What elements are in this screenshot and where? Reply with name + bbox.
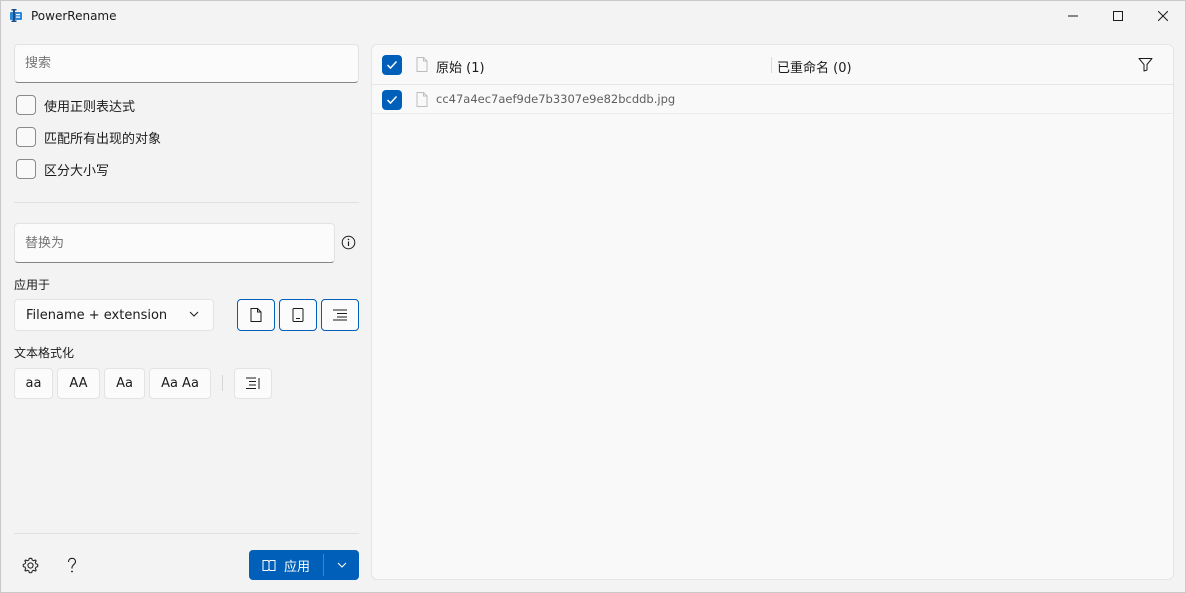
checkmark-icon xyxy=(386,95,398,105)
format-separator xyxy=(222,375,223,391)
settings-button[interactable] xyxy=(21,556,39,574)
match-all-label: 匹配所有出现的对象 xyxy=(44,131,162,147)
select-all-checkbox[interactable] xyxy=(382,55,402,75)
maximize-button[interactable] xyxy=(1095,1,1141,31)
text-format-label: 文本格式化 xyxy=(14,346,75,360)
minimize-button[interactable] xyxy=(1050,1,1096,31)
apply-options-dropdown[interactable] xyxy=(324,550,359,580)
subfolders-icon xyxy=(333,309,347,321)
gear-icon xyxy=(22,557,38,573)
option-case-sensitive[interactable]: 区分大小写 xyxy=(16,158,109,180)
original-file-name: cc47a4ec7aef9de7b3307e9e82bcddb.jpg xyxy=(436,92,676,106)
original-column-header[interactable]: 原始 (1) xyxy=(436,57,485,76)
titlecase-button[interactable]: Aa xyxy=(104,368,145,399)
list-header: 原始 (1) 已重命名 (0) xyxy=(372,45,1173,85)
apply-to-label: 应用于 xyxy=(14,278,51,292)
option-match-all[interactable]: 匹配所有出现的对象 xyxy=(16,126,161,148)
case-sensitive-label: 区分大小写 xyxy=(44,163,110,179)
close-button[interactable] xyxy=(1140,1,1186,31)
include-folders-toggle[interactable] xyxy=(279,299,317,331)
apply-split-button[interactable]: 应用 xyxy=(249,550,359,580)
use-regex-label: 使用正则表达式 xyxy=(44,99,136,115)
info-icon[interactable] xyxy=(341,235,356,250)
checkmark-icon xyxy=(386,60,398,70)
option-use-regex[interactable]: 使用正则表达式 xyxy=(16,94,135,116)
app-icon xyxy=(10,9,22,22)
include-files-toggle[interactable] xyxy=(237,299,275,331)
file-list-pane: 原始 (1) 已重命名 (0) cc47a4ec7aef9de7b3307e9e… xyxy=(371,44,1174,580)
title-bar[interactable]: PowerRename xyxy=(1,1,1185,31)
use-regex-checkbox[interactable] xyxy=(16,95,36,115)
capitalize-words-button[interactable]: Aa Aa xyxy=(149,368,211,399)
folder-icon xyxy=(292,308,304,322)
close-icon xyxy=(1158,11,1168,21)
enumerate-items-button[interactable] xyxy=(234,368,272,399)
window-title: PowerRename xyxy=(31,9,117,23)
minimize-icon xyxy=(1068,15,1078,17)
lowercase-button[interactable]: aa xyxy=(14,368,53,399)
enumerate-icon xyxy=(246,377,260,389)
uppercase-button[interactable]: AA xyxy=(57,368,100,399)
search-input[interactable] xyxy=(14,44,359,83)
file-icon xyxy=(250,308,262,322)
powerrename-window: PowerRename 使用正则表达式 匹配所有出现的对象 区分大小写 应用于 … xyxy=(0,0,1186,593)
options-divider xyxy=(14,202,359,203)
chevron-down-icon xyxy=(189,311,199,317)
row-checkbox[interactable] xyxy=(382,90,402,110)
renamed-column-header[interactable]: 已重命名 (0) xyxy=(777,57,852,76)
replace-input[interactable] xyxy=(14,223,335,263)
case-sensitive-checkbox[interactable] xyxy=(16,159,36,179)
help-button[interactable] xyxy=(63,556,81,574)
apply-to-dropdown[interactable]: Filename + extension xyxy=(14,299,214,331)
apply-to-selected: Filename + extension xyxy=(26,307,168,323)
rename-icon xyxy=(262,559,276,571)
help-icon xyxy=(67,557,77,572)
match-all-checkbox[interactable] xyxy=(16,127,36,147)
apply-label: 应用 xyxy=(283,559,310,575)
include-subfolders-toggle[interactable] xyxy=(321,299,359,331)
file-icon xyxy=(416,92,428,107)
column-separator xyxy=(771,57,772,73)
maximize-icon xyxy=(1113,11,1123,21)
filter-icon[interactable] xyxy=(1138,57,1153,72)
apply-button[interactable]: 应用 xyxy=(249,550,323,580)
table-row[interactable]: cc47a4ec7aef9de7b3307e9e82bcddb.jpg xyxy=(372,85,1173,114)
file-icon xyxy=(416,57,428,72)
bottom-divider xyxy=(14,533,359,534)
chevron-down-icon xyxy=(337,562,346,568)
